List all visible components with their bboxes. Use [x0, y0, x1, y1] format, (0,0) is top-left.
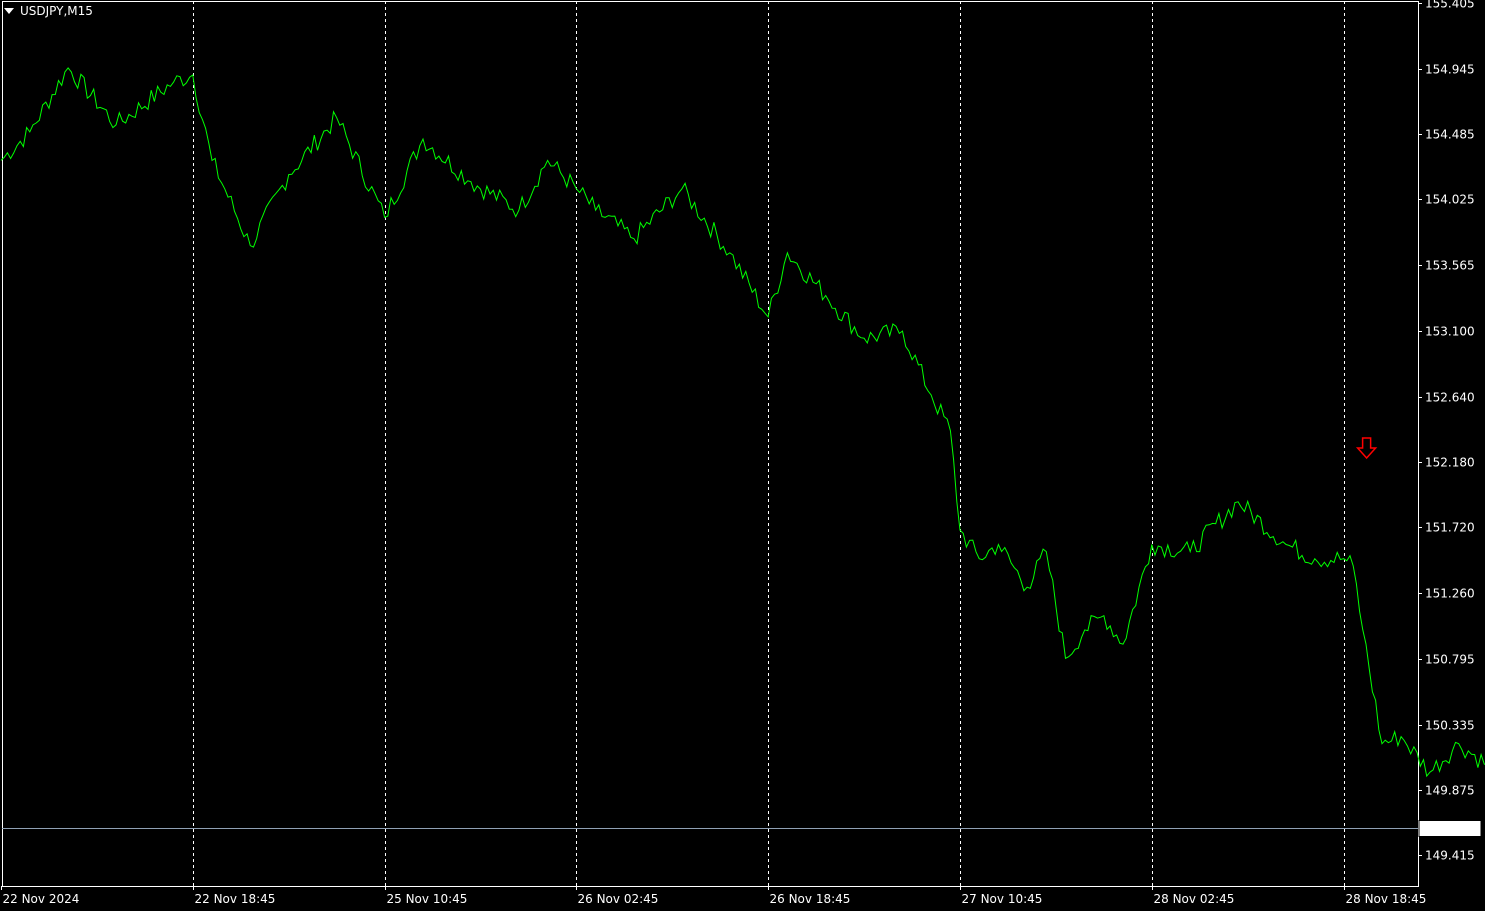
x-tick-label: 28 Nov 02:45 — [1154, 892, 1235, 906]
x-tick-label: 22 Nov 2024 — [3, 892, 80, 906]
sell-arrow-icon[interactable] — [1355, 437, 1378, 460]
x-tick-label: 25 Nov 10:45 — [387, 892, 468, 906]
y-tick-label: 155.405 — [1425, 0, 1475, 11]
price-line — [0, 67, 1485, 778]
chart[interactable]: 155.405 154.945 154.485 154.025 153.565 153.1… — [0, 0, 1485, 911]
y-tick-label: 152.640 — [1425, 391, 1475, 405]
y-tick-label: 154.025 — [1425, 193, 1475, 207]
y-tick-label: 151.260 — [1425, 587, 1475, 601]
x-tick-label: 26 Nov 02:45 — [578, 892, 659, 906]
plot-frame — [2, 1, 1419, 887]
x-tick-label: 26 Nov 18:45 — [770, 892, 851, 906]
y-tick-label: 150.795 — [1425, 653, 1475, 667]
y-tick-label: 149.415 — [1425, 849, 1475, 863]
y-tick-label: 154.945 — [1425, 63, 1475, 77]
x-tick-label: 22 Nov 18:45 — [195, 892, 276, 906]
y-tick-label: 149.875 — [1425, 784, 1475, 798]
y-tick-label: 153.565 — [1425, 259, 1475, 273]
x-tick-label: 27 Nov 10:45 — [962, 892, 1043, 906]
y-tick-label: 150.335 — [1425, 719, 1475, 733]
x-tick-label: 28 Nov 18:45 — [1346, 892, 1427, 906]
current-price-label: 149.606 — [1425, 822, 1475, 836]
y-tick-label: 151.720 — [1425, 521, 1475, 535]
y-tick-label: 154.485 — [1425, 128, 1475, 142]
y-tick-label: 152.180 — [1425, 456, 1475, 470]
y-tick-label: 153.100 — [1425, 325, 1475, 339]
